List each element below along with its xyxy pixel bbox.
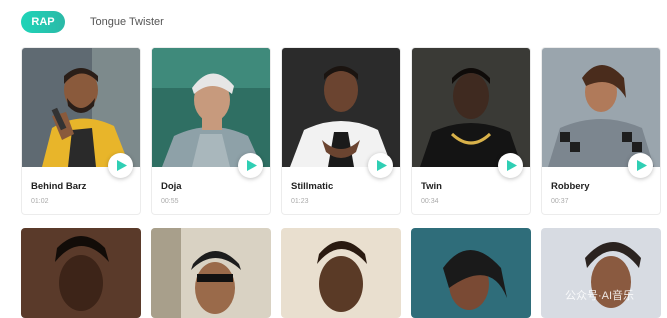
song-thumbnail — [22, 48, 140, 167]
song-title: Doja — [161, 181, 182, 192]
song-thumbnail — [281, 228, 401, 318]
play-icon — [636, 160, 647, 171]
song-card[interactable] — [541, 228, 661, 318]
play-icon — [246, 160, 257, 171]
song-duration: 00:55 — [161, 198, 179, 205]
song-thumbnail — [542, 48, 660, 167]
song-title: Behind Barz — [31, 181, 87, 192]
song-thumbnail — [282, 48, 400, 167]
category-tabs: RAP Tongue Twister — [21, 11, 164, 33]
song-thumbnail — [151, 228, 271, 318]
song-card[interactable] — [281, 228, 401, 318]
play-button[interactable] — [498, 153, 523, 178]
song-thumbnail — [411, 228, 531, 318]
song-thumbnail — [541, 228, 661, 318]
song-thumbnail — [152, 48, 270, 167]
tab-tongue-twister[interactable]: Tongue Twister — [90, 16, 164, 28]
song-card[interactable]: Robbery 00:37 — [541, 47, 661, 215]
song-card[interactable] — [151, 228, 271, 318]
song-title: Twin — [421, 181, 442, 192]
song-duration: 00:37 — [551, 198, 569, 205]
song-title: Stillmatic — [291, 181, 334, 192]
song-duration: 01:02 — [31, 198, 49, 205]
play-button[interactable] — [108, 153, 133, 178]
tab-rap[interactable]: RAP — [21, 11, 65, 33]
song-card[interactable] — [411, 228, 531, 318]
song-duration: 01:23 — [291, 198, 309, 205]
song-card[interactable]: Stillmatic 01:23 — [281, 47, 401, 215]
song-duration: 00:34 — [421, 198, 439, 205]
song-card[interactable]: Twin 00:34 — [411, 47, 531, 215]
play-button[interactable] — [368, 153, 393, 178]
song-card[interactable] — [21, 228, 141, 318]
song-card[interactable]: Behind Barz 01:02 — [21, 47, 141, 215]
play-icon — [506, 160, 517, 171]
watermark: 公众号·AI音乐 — [565, 290, 635, 302]
song-thumbnail — [412, 48, 530, 167]
play-button[interactable] — [238, 153, 263, 178]
song-card[interactable]: Doja 00:55 — [151, 47, 271, 215]
play-button[interactable] — [628, 153, 653, 178]
play-icon — [376, 160, 387, 171]
song-title: Robbery — [551, 181, 590, 192]
song-thumbnail — [21, 228, 141, 318]
play-icon — [116, 160, 127, 171]
